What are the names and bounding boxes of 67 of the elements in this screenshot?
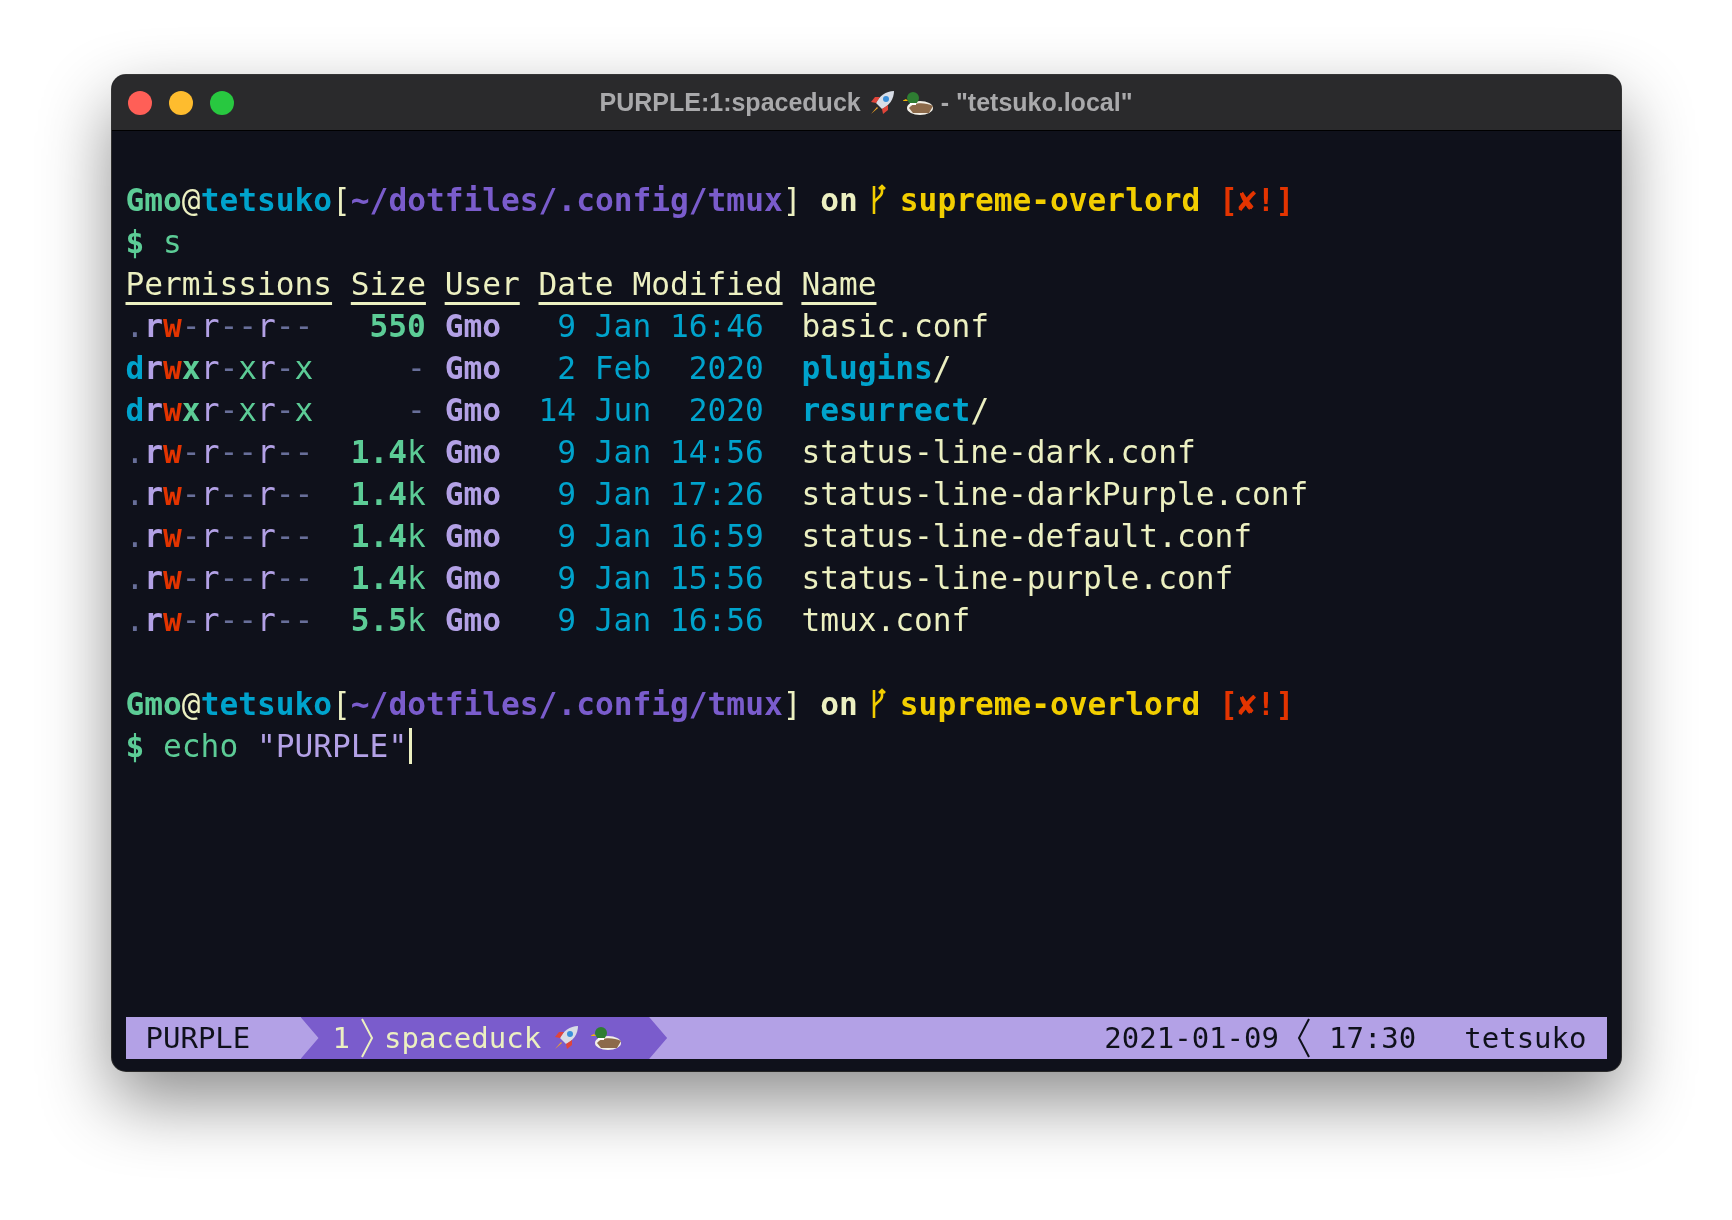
permissions-cell: .rw-r--r-- [125, 602, 314, 638]
user-cell: Gmo [444, 602, 501, 638]
window-subtitle: - "tetsuko.local" [940, 88, 1133, 117]
date-cell-text: 2 Feb 2020 [556, 350, 764, 386]
file-name: status-line-purple.conf [801, 560, 1234, 596]
prompt-context: Gmo@tetsuko[~/dotfiles/.config/tmux] on [125, 182, 858, 218]
file-name: tmux.conf [801, 602, 971, 638]
date-cell-text: 9 Jan 16:56 [556, 602, 764, 638]
size-cell: 1.4k [350, 476, 426, 512]
prompt-context: Gmo@tetsuko[~/dotfiles/.config/tmux] on [125, 686, 858, 722]
session-name: PURPLE [144, 1021, 252, 1055]
user-cell: Gmo [444, 560, 501, 596]
command-line: $ s [125, 224, 182, 260]
size-cell: 1.4k [350, 434, 426, 470]
date-cell-text: 9 Jan 15:56 [556, 560, 764, 596]
permissions-cell: .rw-r--r-- [125, 434, 314, 470]
status-date: 2021-01-09 [1104, 1021, 1279, 1055]
permissions-cell: .rw-r--r-- [125, 560, 314, 596]
date-cell-text: 9 Jan 16:59 [556, 518, 764, 554]
size-cell: - [407, 350, 426, 386]
status-host: tetsuko [1464, 1021, 1587, 1055]
file-name: status-line-dark.conf [801, 434, 1196, 470]
status-time: 17:30 [1328, 1021, 1417, 1055]
separator-icon [359, 1018, 374, 1058]
close-button[interactable] [127, 90, 152, 115]
column-header: Permissions [125, 266, 333, 302]
permissions-cell: .rw-r--r-- [125, 308, 314, 344]
column-header: Size [350, 266, 426, 302]
git-status: [✘!] [1219, 182, 1295, 218]
permissions-cell: drwxr-xr-x [125, 392, 314, 428]
window-name: spaceduck [383, 1021, 542, 1055]
user-cell: Gmo [444, 392, 501, 428]
column-header: Date Modified [538, 266, 783, 302]
column-header: User [444, 266, 520, 302]
column-header: Name [801, 266, 877, 302]
minimize-button[interactable] [168, 90, 193, 115]
window-index: 1 [332, 1021, 350, 1055]
date-cell-text: 9 Jan 14:56 [556, 434, 764, 470]
user-cell: Gmo [444, 434, 501, 470]
permissions-cell: drwxr-xr-x [125, 350, 314, 386]
permissions-cell: .rw-r--r-- [125, 476, 314, 512]
size-cell: - [407, 392, 426, 428]
file-name: resurrect/ [801, 392, 990, 428]
date-cell: 14 Jun 2020 [538, 392, 764, 428]
command-line: $ echo "PURPLE" [125, 728, 408, 764]
zoom-button[interactable] [209, 90, 234, 115]
window-tab[interactable]: 1 spaceduck [300, 1017, 668, 1059]
user-cell: Gmo [444, 518, 501, 554]
user-cell: Gmo [444, 476, 501, 512]
window-title: PURPLE:1:spaceduck [599, 88, 861, 117]
branch-name: supreme-overlord [899, 686, 1201, 722]
file-name: basic.conf [801, 308, 990, 344]
date-cell-text: 9 Jan 16:46 [556, 308, 764, 344]
user-cell: Gmo [444, 350, 501, 386]
size-cell: 550 [369, 308, 426, 344]
user-cell: Gmo [444, 308, 501, 344]
file-name: plugins/ [801, 350, 952, 386]
branch-name: supreme-overlord [899, 182, 1201, 218]
date-cell-text: 9 Jan 17:26 [556, 476, 764, 512]
separator-icon [1296, 1018, 1311, 1058]
permissions-cell: .rw-r--r-- [125, 518, 314, 554]
size-cell: 1.4k [350, 560, 426, 596]
size-cell: 1.4k [350, 518, 426, 554]
file-name: status-line-default.conf [801, 518, 1252, 554]
file-name: status-line-darkPurple.conf [801, 476, 1309, 512]
size-cell: 5.5k [350, 602, 426, 638]
git-status: [✘!] [1219, 686, 1295, 722]
